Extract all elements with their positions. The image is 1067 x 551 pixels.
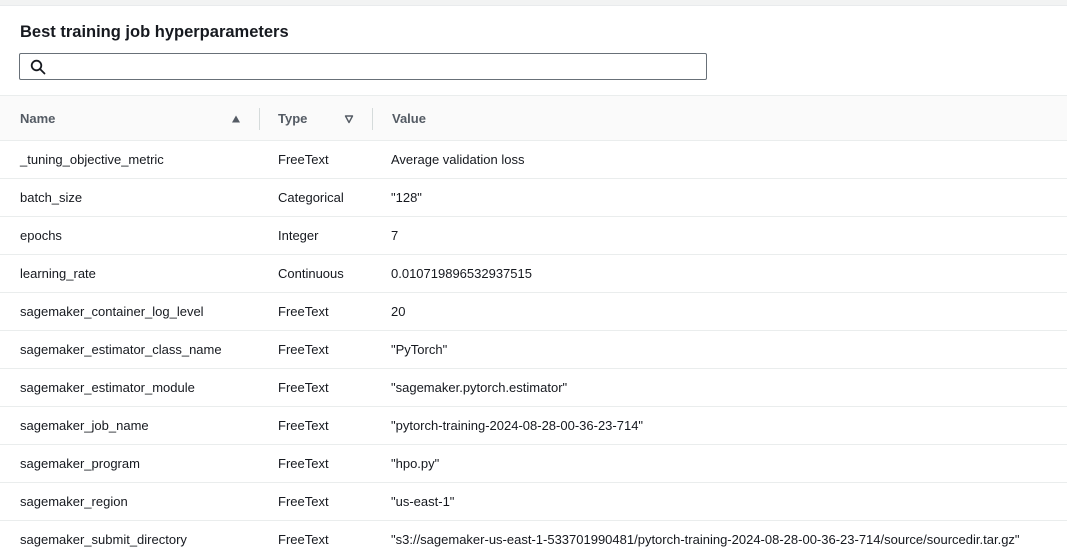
table-row: sagemaker_submit_directory FreeText "s3://… xyxy=(0,521,1067,551)
hyperparameter-value: Average validation loss xyxy=(391,152,525,167)
hyperparameter-value: "hpo.py" xyxy=(391,456,440,471)
hyperparameter-value: 7 xyxy=(391,228,399,243)
hyperparameters-panel: Best training job hyperparameters Name T… xyxy=(0,0,1067,551)
hyperparameter-type: FreeText xyxy=(278,380,329,395)
column-header-label: Type xyxy=(278,111,308,126)
hyperparameter-value: "us-east-1" xyxy=(391,494,455,509)
hyperparameter-name: batch_size xyxy=(20,190,83,205)
table-row: sagemaker_estimator_class_name FreeText "P… xyxy=(0,331,1067,369)
hyperparameter-name: sagemaker_job_name xyxy=(20,418,149,433)
table-body: _tuning_objective_metric FreeText Average … xyxy=(0,141,1067,551)
hyperparameter-type: FreeText xyxy=(278,304,329,319)
hyperparameter-value: "pytorch-training-2024-08-28-00-36-23-71… xyxy=(391,418,644,433)
table-row: sagemaker_job_name FreeText "pytorch-train… xyxy=(0,407,1067,445)
hyperparameter-type: Categorical xyxy=(278,190,344,205)
hyperparameter-value: "s3://sagemaker-us-east-1-533701990481/p… xyxy=(391,532,1020,547)
column-header-label: Name xyxy=(20,111,56,126)
hyperparameter-name: learning_rate xyxy=(20,266,96,281)
column-header-label: Value xyxy=(392,111,426,126)
table-row: batch_size Categorical "128" xyxy=(0,179,1067,217)
hyperparameter-name: epochs xyxy=(20,228,62,243)
sort-descending-icon[interactable] xyxy=(344,114,354,124)
hyperparameter-type: FreeText xyxy=(278,418,329,433)
table-row: sagemaker_estimator_module FreeText "sagem… xyxy=(0,369,1067,407)
hyperparameter-value: 0.010719896532937515 xyxy=(391,266,532,281)
column-header-value[interactable]: Value xyxy=(392,96,592,141)
hyperparameter-type: FreeText xyxy=(278,494,329,509)
hyperparameter-type: FreeText xyxy=(278,342,329,357)
hyperparameter-name: _tuning_objective_metric xyxy=(20,152,164,167)
sort-ascending-icon[interactable] xyxy=(231,114,241,124)
panel-title: Best training job hyperparameters xyxy=(20,23,289,41)
hyperparameter-value: "PyTorch" xyxy=(391,342,448,357)
hyperparameter-value: 20 xyxy=(391,304,406,319)
table-row: sagemaker_region FreeText "us-east-1" xyxy=(0,483,1067,521)
hyperparameter-name: sagemaker_container_log_level xyxy=(20,304,204,319)
hyperparameter-name: sagemaker_submit_directory xyxy=(20,532,187,547)
hyperparameter-type: FreeText xyxy=(278,456,329,471)
table-header: Name Type Value xyxy=(0,95,1067,141)
hyperparameter-value: "128" xyxy=(391,190,422,205)
hyperparameter-name: sagemaker_estimator_module xyxy=(20,380,195,395)
column-header-name[interactable]: Name xyxy=(20,96,250,141)
table-row: sagemaker_program FreeText "hpo.py" xyxy=(0,445,1067,483)
hyperparameter-name: sagemaker_region xyxy=(20,494,128,509)
table-row: sagemaker_container_log_level FreeText 20 xyxy=(0,293,1067,331)
search-input[interactable] xyxy=(54,56,694,76)
hyperparameter-name: sagemaker_estimator_class_name xyxy=(20,342,222,357)
column-divider[interactable] xyxy=(259,108,260,130)
top-divider xyxy=(0,0,1067,6)
table-row: _tuning_objective_metric FreeText Average … xyxy=(0,141,1067,179)
hyperparameters-table: Name Type Value _tuning_objective_metric… xyxy=(0,95,1067,551)
table-row: epochs Integer 7 xyxy=(0,217,1067,255)
hyperparameter-type: Continuous xyxy=(278,266,344,281)
table-row: learning_rate Continuous 0.010719896532937… xyxy=(0,255,1067,293)
hyperparameter-name: sagemaker_program xyxy=(20,456,140,471)
search-icon xyxy=(30,59,46,75)
search-field[interactable] xyxy=(19,53,707,80)
hyperparameter-type: Integer xyxy=(278,228,319,243)
column-divider[interactable] xyxy=(372,108,373,130)
hyperparameter-type: FreeText xyxy=(278,532,329,547)
hyperparameter-type: FreeText xyxy=(278,152,329,167)
hyperparameter-value: "sagemaker.pytorch.estimator" xyxy=(391,380,568,395)
